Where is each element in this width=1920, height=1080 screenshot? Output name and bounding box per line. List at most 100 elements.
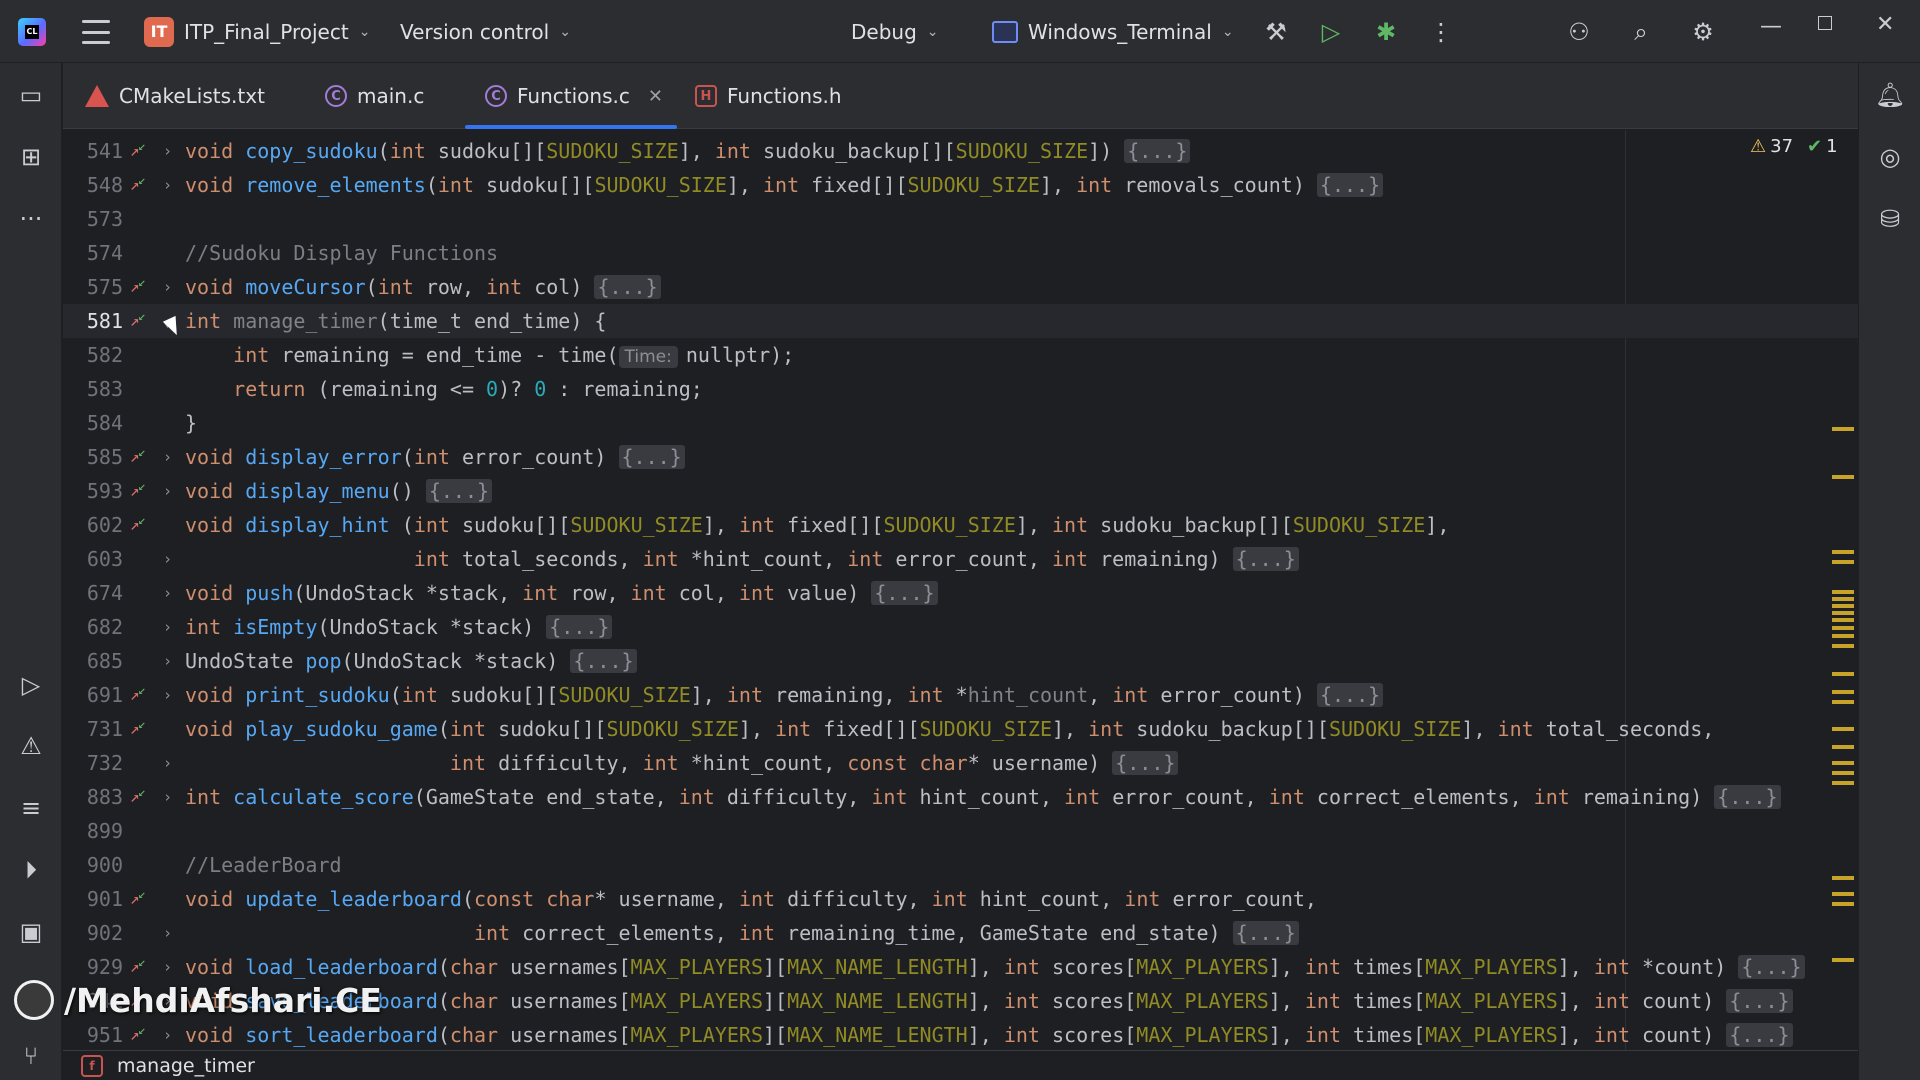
line-number[interactable]: 548	[63, 168, 123, 202]
code-line[interactable]: 902 › int correct_elements, int remaining…	[63, 916, 1858, 950]
code-text[interactable]: void display_hint (int sudoku[][SUDOKU_S…	[185, 508, 1449, 542]
breadcrumb[interactable]: manage_timer	[117, 1055, 255, 1077]
line-number[interactable]: 574	[63, 236, 123, 270]
tab-cmakelists[interactable]: CMakeLists.txt	[85, 63, 265, 129]
warning-stripe-mark[interactable]	[1832, 761, 1854, 765]
line-number[interactable]: 685	[63, 644, 123, 678]
run-tool-icon[interactable]: ▷	[15, 669, 47, 701]
code-text[interactable]: void copy_sudoku(int sudoku[][SUDOKU_SIZ…	[185, 134, 1191, 168]
declaration-navigation-icon[interactable]: ↗ ↙	[130, 168, 156, 202]
code-line[interactable]: 582 int remaining = end_time - time(Time…	[63, 338, 1858, 372]
code-line[interactable]: 899	[63, 814, 1858, 848]
code-text[interactable]: void save_leaderboard(char usernames[MAX…	[185, 984, 1793, 1018]
code-text[interactable]: void moveCursor(int row, int col) {...}	[185, 270, 661, 304]
run-config-selector[interactable]: Debug ⌄	[851, 0, 939, 63]
more-tools-icon[interactable]: ···	[15, 203, 47, 235]
line-number[interactable]: 584	[63, 406, 123, 440]
code-text[interactable]: void print_sudoku(int sudoku[][SUDOKU_SI…	[185, 678, 1384, 712]
declaration-navigation-icon[interactable]: ↗ ↙	[130, 712, 156, 746]
declaration-navigation-icon[interactable]: ↗ ↙	[130, 678, 156, 712]
declaration-navigation-icon[interactable]: ↗ ↙	[130, 134, 156, 168]
code-line[interactable]: 585 ↗ ↙ › void display_error(int error_count…	[63, 440, 1858, 474]
fold-toggle-icon[interactable]: ›	[163, 134, 172, 168]
warning-stripe-mark[interactable]	[1832, 690, 1854, 694]
services-icon[interactable]: ⏵	[15, 854, 47, 886]
declaration-navigation-icon[interactable]: ↗ ↙	[130, 1018, 156, 1050]
code-line[interactable]: 541 ↗ ↙ › void copy_sudoku(int sudoku[][SUDO…	[63, 134, 1858, 168]
line-number[interactable]: 732	[63, 746, 123, 780]
warning-stripe-mark[interactable]	[1832, 560, 1854, 564]
code-text[interactable]: int calculate_score(GameState end_state,…	[185, 780, 1781, 814]
tab-functions-h[interactable]: H Functions.h	[695, 63, 842, 129]
line-number[interactable]: 585	[63, 440, 123, 474]
code-text[interactable]: int isEmpty(UndoStack *stack) {...}	[185, 610, 613, 644]
code-text[interactable]: void push(UndoStack *stack, int row, int…	[185, 576, 938, 610]
git-branch-icon[interactable]: ⑂	[15, 1040, 47, 1072]
project-folder-icon[interactable]: ▭	[15, 79, 47, 111]
code-line[interactable]: 581 ↗ ↙ ⌄ int manage_timer(time_t end_time) …	[63, 304, 1858, 338]
warning-stripe-mark[interactable]	[1832, 892, 1854, 896]
fold-toggle-icon[interactable]: ›	[163, 576, 172, 610]
warning-stripe-mark[interactable]	[1832, 644, 1854, 648]
line-number[interactable]: 929	[63, 950, 123, 984]
declaration-navigation-icon[interactable]: ↗ ↙	[130, 508, 156, 542]
line-number[interactable]: 951	[63, 1018, 123, 1050]
code-text[interactable]: UndoState pop(UndoStack *stack) {...}	[185, 644, 637, 678]
line-number[interactable]: 575	[63, 270, 123, 304]
fold-toggle-icon[interactable]: ›	[163, 644, 172, 678]
declaration-navigation-icon[interactable]: ↗ ↙	[130, 270, 156, 304]
line-number[interactable]: 900	[63, 848, 123, 882]
line-number[interactable]: 899	[63, 814, 123, 848]
code-line[interactable]: 951 ↗ ↙ › void sort_leaderboard(char usernam…	[63, 1018, 1858, 1050]
vcs-widget[interactable]: Version control ⌄	[400, 0, 571, 63]
project-widget[interactable]: IT ITP_Final_Project ⌄	[144, 0, 370, 63]
warning-stripe-mark[interactable]	[1832, 634, 1854, 638]
code-line[interactable]: 574 //Sudoku Display Functions	[63, 236, 1858, 270]
warning-stripe-mark[interactable]	[1832, 604, 1854, 608]
line-number[interactable]: 541	[63, 134, 123, 168]
code-line[interactable]: 583 return (remaining <= 0)? 0 : remaini…	[63, 372, 1858, 406]
line-number[interactable]: 603	[63, 542, 123, 576]
code-line[interactable]: 731 ↗ ↙ void play_sudoku_game(int sudoku[][…	[63, 712, 1858, 746]
code-text[interactable]: int total_seconds, int *hint_count, int …	[185, 542, 1299, 576]
todo-list-icon[interactable]: ≡	[15, 792, 47, 824]
code-line[interactable]: 682 › int isEmpty(UndoStack *stack) {...}	[63, 610, 1858, 644]
fold-toggle-icon[interactable]: ›	[163, 678, 172, 712]
fold-toggle-icon[interactable]: ›	[163, 542, 172, 576]
warning-stripe-mark[interactable]	[1832, 626, 1854, 630]
run-icon[interactable]: ▷	[1315, 16, 1347, 48]
declaration-navigation-icon[interactable]: ↗ ↙	[130, 950, 156, 984]
tab-functions-c[interactable]: C Functions.c ✕	[465, 63, 677, 129]
line-number[interactable]: 581	[63, 304, 123, 338]
terminal-tool-icon[interactable]: ▣	[15, 916, 47, 948]
line-number[interactable]: 901	[63, 882, 123, 916]
code-line[interactable]: 584}	[63, 406, 1858, 440]
search-icon[interactable]: ⌕	[1625, 16, 1657, 48]
code-line[interactable]: 575 ↗ ↙ › void moveCursor(int row, int col) …	[63, 270, 1858, 304]
code-line[interactable]: 548 ↗ ↙ › void remove_elements(int sudoku[][…	[63, 168, 1858, 202]
code-text[interactable]: return (remaining <= 0)? 0 : remaining;	[185, 372, 703, 406]
code-text[interactable]: void display_error(int error_count) {...…	[185, 440, 685, 474]
code-text[interactable]: int difficulty, int *hint_count, const c…	[185, 746, 1179, 780]
close-tab-icon[interactable]: ✕	[648, 86, 663, 107]
warning-stripe-mark[interactable]	[1832, 672, 1854, 676]
run-target-selector[interactable]: Windows_Terminal ⌄	[992, 0, 1234, 63]
code-text[interactable]: void remove_elements(int sudoku[][SUDOKU…	[185, 168, 1384, 202]
code-text[interactable]: }	[185, 406, 197, 440]
warning-stripe-mark[interactable]	[1832, 727, 1854, 731]
fold-toggle-icon[interactable]: ›	[163, 950, 172, 984]
warning-stripe-mark[interactable]	[1832, 876, 1854, 880]
declaration-navigation-icon[interactable]: ↗ ↙	[130, 882, 156, 916]
line-number[interactable]: 583	[63, 372, 123, 406]
code-text[interactable]: //LeaderBoard	[185, 848, 342, 882]
line-number[interactable]: 902	[63, 916, 123, 950]
database-icon[interactable]: ⛁	[1874, 203, 1906, 235]
fold-toggle-icon[interactable]: ›	[163, 1018, 172, 1050]
warning-stripe-mark[interactable]	[1832, 550, 1854, 554]
warning-stripe-mark[interactable]	[1832, 611, 1854, 615]
code-text[interactable]: void display_menu() {...}	[185, 474, 493, 508]
code-text[interactable]: int remaining = end_time - time(Time: nul…	[185, 338, 794, 374]
fold-toggle-icon[interactable]: ›	[163, 168, 172, 202]
code-line[interactable]: 883 ↗ ↙ › int calculate_score(GameState end_…	[63, 780, 1858, 814]
declaration-navigation-icon[interactable]: ↗ ↙	[130, 780, 156, 814]
